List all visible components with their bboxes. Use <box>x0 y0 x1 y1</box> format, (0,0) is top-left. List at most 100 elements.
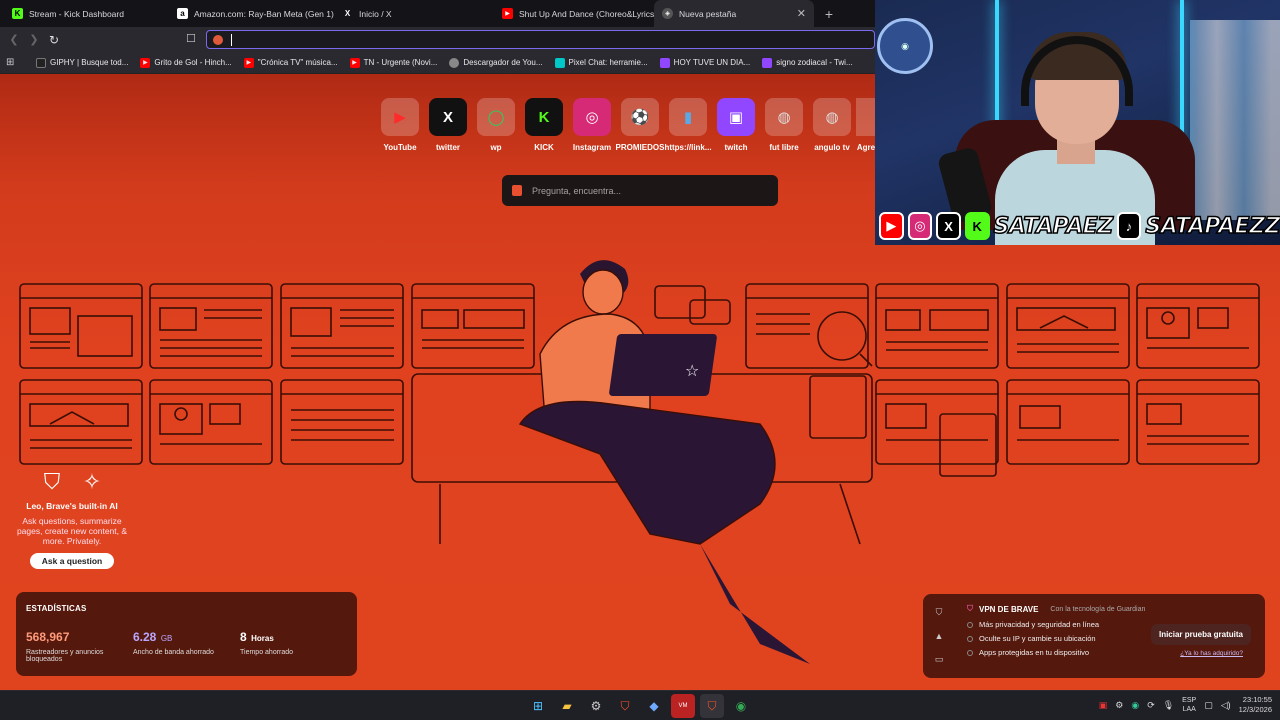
language-indicator[interactable]: ESP LAA <box>1182 696 1196 714</box>
giphy-icon <box>36 57 46 68</box>
brave-lion-icon <box>512 185 522 196</box>
tiktok-icon: ♪ <box>1116 212 1142 240</box>
leo-description: Ask questions, summarize pages, create n… <box>16 516 128 546</box>
brave-shield-icon[interactable] <box>213 34 223 45</box>
bookmark-item[interactable]: signo zodiacal - Twi... <box>762 57 853 68</box>
tab-kick[interactable]: K Stream - Kick Dashboard <box>4 0 169 27</box>
top-site-promiedos[interactable]: ⚽ PROMIEDOS <box>616 98 664 152</box>
top-site-twitter[interactable]: Xtwitter <box>424 98 472 152</box>
ask-question-button[interactable]: Ask a question <box>29 553 115 569</box>
social-handles: ▶ ◎ X K SATAPAEZ ♪ SATAPAEZZ <box>875 210 1280 242</box>
bookmark-item[interactable]: ▶ Grito de Gol - Hinch... <box>140 57 232 68</box>
forward-icon[interactable]: ❯ <box>24 33 44 46</box>
link-icon: ▮ <box>669 98 707 136</box>
mascot-logo: ◉ <box>877 18 933 74</box>
chrome-icon[interactable]: ◉ <box>729 694 753 718</box>
windows-start-icon[interactable]: ⊞ <box>526 694 550 718</box>
copilot-icon[interactable]: ◆ <box>642 694 666 718</box>
bookmark-item[interactable]: ▶ "Crónica TV" música... <box>243 57 338 68</box>
window-card <box>1006 283 1130 369</box>
search-box[interactable] <box>502 175 778 206</box>
search-input[interactable] <box>532 185 762 196</box>
apps-grid-icon[interactable]: ⊞ <box>6 57 20 68</box>
clock[interactable]: 23:10:55 12/3/2026 <box>1239 695 1272 715</box>
window-card <box>745 283 873 369</box>
close-tab-icon[interactable]: ✕ <box>797 7 806 20</box>
youtube-icon: ▶ <box>349 57 360 68</box>
brave-icon[interactable]: ⛉ <box>613 694 637 718</box>
jersey-background <box>1190 20 1280 220</box>
check-icon <box>967 649 973 656</box>
brave-icon: ◈ <box>662 8 673 19</box>
start-trial-button[interactable]: Iniciar prueba gratuita <box>1150 624 1251 645</box>
bookmark-icon[interactable]: ☐ <box>186 32 196 45</box>
top-site-link[interactable]: ▮ https://link... <box>664 98 712 152</box>
kick-icon: K <box>12 8 23 19</box>
top-site-kick[interactable]: K KICK <box>520 98 568 152</box>
toolbar: ❮ ❯ ↻ ☐ <box>0 27 875 52</box>
shield-icon[interactable]: ⛉ <box>936 607 943 618</box>
twitch-icon <box>659 57 670 68</box>
warning-icon[interactable]: ▲ <box>935 631 944 641</box>
microphone-icon[interactable]: 🎙 <box>1163 700 1174 711</box>
tab-strip: K Stream - Kick Dashboard a Amazon.com: … <box>0 0 875 27</box>
top-sites: ▶ YouTube Xtwitter ◯ wp K KICK ◎ Instagram ⚽… <box>376 98 876 152</box>
top-site-youtube[interactable]: ▶ YouTube <box>376 98 424 152</box>
top-site-instagram[interactable]: ◎ Instagram <box>568 98 616 152</box>
card-icon[interactable]: ▭ <box>935 654 944 665</box>
top-site-fut-libre[interactable]: ◍ fut libre <box>760 98 808 152</box>
tab-x[interactable]: X Inicio / X <box>334 0 494 27</box>
kick-icon: K <box>525 98 563 136</box>
pixel-icon <box>554 57 565 68</box>
bookmark-item[interactable]: GIPHY | Busque tod... <box>36 57 128 68</box>
tray-icon[interactable]: ⟳ <box>1147 700 1155 711</box>
app-tray-icon[interactable]: ▣ <box>1099 700 1108 711</box>
folder-icon[interactable]: ▰ <box>555 694 579 718</box>
bookmark-item[interactable]: Pixel Chat: herramie... <box>554 57 648 68</box>
check-icon <box>967 635 973 642</box>
volume-icon[interactable]: ◁) <box>1221 700 1231 711</box>
youtube-icon: ▶ <box>381 98 419 136</box>
tab-new-tab[interactable]: ◈ Nueva pestaña ✕ <box>654 0 814 27</box>
x-icon: X <box>344 9 351 18</box>
window-card <box>280 283 404 369</box>
twitch-icon <box>762 57 773 68</box>
vpn-title: VPN DE BRAVE <box>979 604 1039 614</box>
window-card <box>149 379 273 465</box>
kick-icon: K <box>964 212 990 240</box>
bookmark-item[interactable]: Descargador de You... <box>449 57 543 68</box>
youtube-icon: ▶ <box>140 57 151 68</box>
brave-lion-icon: ⛉ <box>43 469 61 494</box>
address-input[interactable] <box>231 33 831 46</box>
tab-youtube[interactable]: ▶ Shut Up And Dance (Choreo&Lyrics) <box>494 0 654 27</box>
tab-title: Inicio / X <box>359 8 392 19</box>
network-icon[interactable]: ▢ <box>1204 700 1213 711</box>
instagram-icon: ◎ <box>573 98 611 136</box>
voicemeeter-icon[interactable]: VM <box>671 694 695 718</box>
already-purchased-link[interactable]: ¿Ya lo has adquirido? <box>1180 650 1243 657</box>
reload-icon[interactable]: ↻ <box>44 33 64 47</box>
settings-icon[interactable]: ⚙ <box>584 694 608 718</box>
brave-active-icon[interactable]: ⛉ <box>700 694 724 718</box>
new-tab-button[interactable]: + <box>818 6 840 22</box>
address-bar[interactable] <box>206 30 875 49</box>
stat-bandwidth: 6.28 GB Ancho de banda ahorrado <box>133 630 214 656</box>
back-icon[interactable]: ❮ <box>4 33 24 46</box>
vpn-feature: Apps protegidas en tu dispositivo <box>967 648 1099 657</box>
tab-amazon[interactable]: a Amazon.com: Ray-Ban Meta (Gen 1) <box>169 0 334 27</box>
handle-tiktok: SATAPAEZZ <box>1145 213 1280 240</box>
twitch-icon: ▣ <box>717 98 755 136</box>
bookmark-item[interactable]: HOY TUVE UN DIA... <box>659 57 750 68</box>
globe-icon: ◍ <box>765 98 803 136</box>
leo-promo: ⛉ ✧ Leo, Brave's built-in AI Ask questio… <box>16 469 128 569</box>
amazon-icon: a <box>177 8 188 19</box>
bookmark-item[interactable]: ▶ TN - Urgente (Novi... <box>349 57 437 68</box>
top-site-angulo-tv[interactable]: ◍ angulo tv <box>808 98 856 152</box>
person-illustration: ☆ <box>518 260 810 664</box>
tray-icon[interactable]: ⚙ <box>1115 700 1123 711</box>
top-site-wp[interactable]: ◯ wp <box>472 98 520 152</box>
top-site-add[interactable]: Agre <box>856 98 876 152</box>
top-site-twitch[interactable]: ▣ twitch <box>712 98 760 152</box>
tab-title: Stream - Kick Dashboard <box>29 8 124 19</box>
tray-icon[interactable]: ◉ <box>1131 700 1139 711</box>
